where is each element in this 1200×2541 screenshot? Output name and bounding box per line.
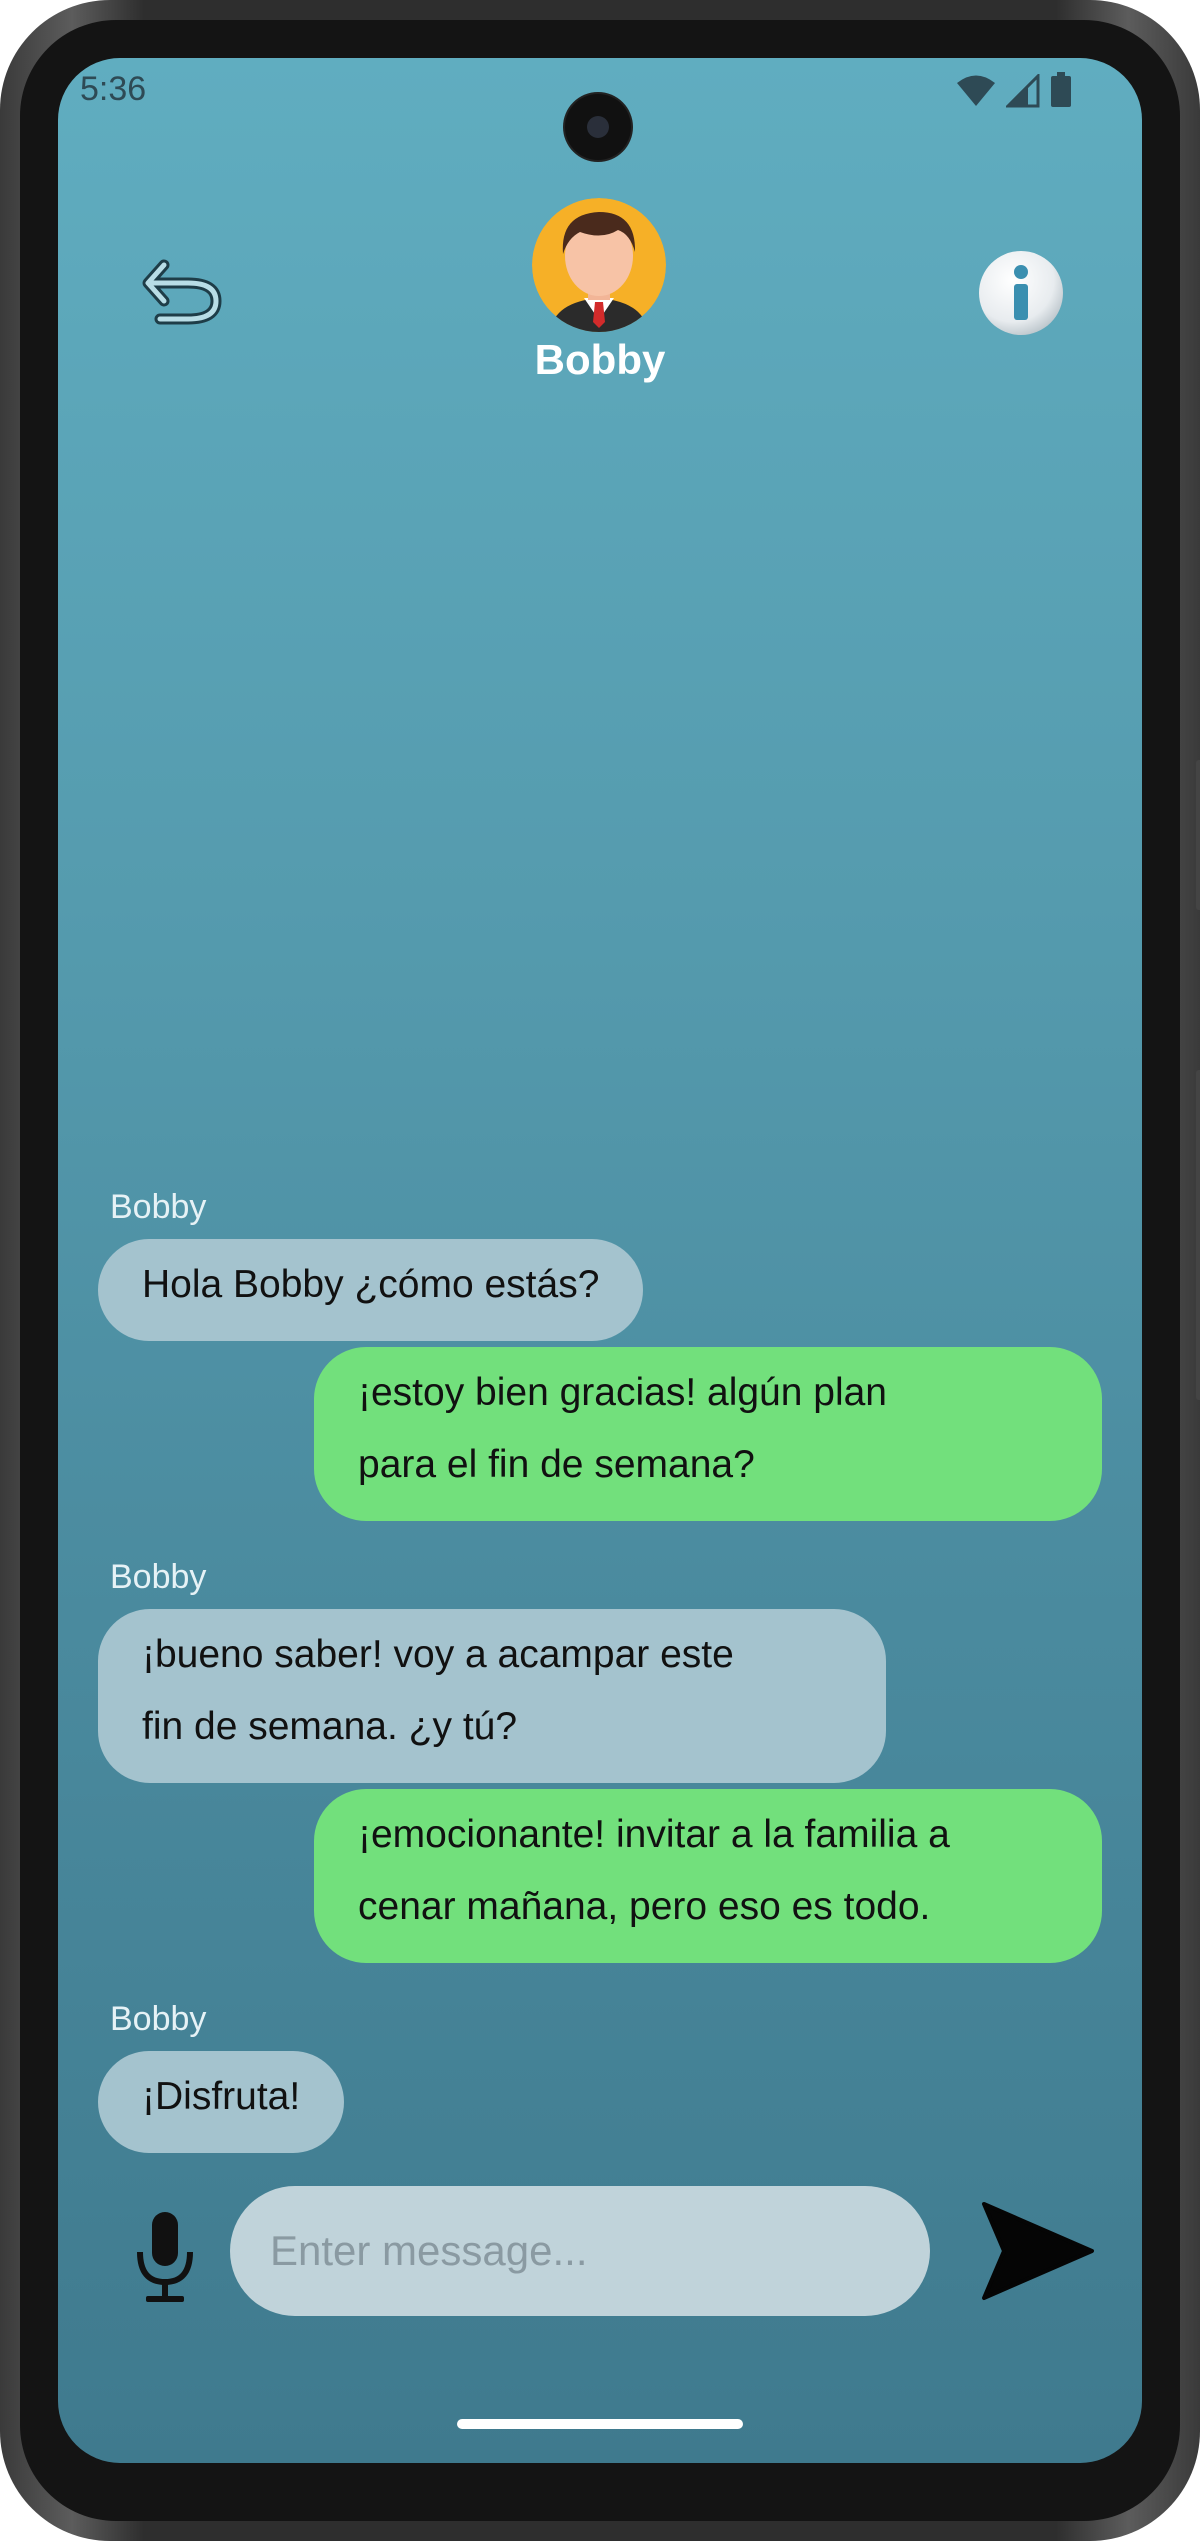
sender-label: Bobby [110,1558,207,1596]
message-text: ¡estoy bien gracias! algún plan [358,1371,887,1414]
info-button[interactable] [976,248,1066,338]
send-button[interactable] [978,2196,1098,2306]
message-text: ¡emocionante! invitar a la familia a [358,1813,950,1856]
sender-label: Bobby [110,2000,207,2038]
message-bubble-incoming[interactable]: Hola Bobby ¿cómo estás? [98,1239,644,1341]
back-arrow-icon [142,259,222,325]
microphone-button[interactable] [130,2208,200,2308]
message-bubble-incoming[interactable]: ¡Disfruta! [98,2051,345,2153]
home-indicator[interactable] [457,2419,743,2429]
back-button[interactable] [138,253,228,333]
chat-screen: 5:36 Bobby Bobby Hola Bobby ¿cómo estás?… [58,58,1142,2463]
avatar [532,198,666,332]
message-text: ¡Disfruta! [142,2075,301,2118]
power-button [1196,760,1200,910]
signal-icon [1006,74,1040,108]
wifi-icon [957,75,995,106]
front-camera [565,94,631,160]
message-text: ¡bueno saber! voy a acampar este [142,1633,734,1676]
info-icon [979,251,1063,335]
contact-name: Bobby [534,336,666,383]
message-text: para el fin de semana? [358,1443,755,1486]
phone-frame: 5:36 Bobby Bobby Hola Bobby ¿cómo estás?… [0,0,1200,2541]
send-icon [982,2202,1094,2300]
volume-button [1196,1070,1200,1400]
battery-icon [1051,72,1071,107]
message-text: cenar mañana, pero eso es todo. [358,1885,931,1928]
sender-label: Bobby [110,1188,207,1226]
message-input[interactable] [230,2186,930,2316]
message-bubble-outgoing[interactable]: ¡estoy bien gracias! algún plan para el … [314,1347,1102,1521]
status-icons [956,72,1072,108]
status-time: 5:36 [80,70,147,108]
message-bubble-incoming[interactable]: ¡bueno saber! voy a acampar este fin de … [98,1609,886,1783]
message-bubble-outgoing[interactable]: ¡emocionante! invitar a la familia a cen… [314,1789,1102,1963]
message-text: Hola Bobby ¿cómo estás? [142,1263,600,1306]
microphone-icon [137,2212,193,2302]
message-text: fin de semana. ¿y tú? [142,1705,518,1748]
